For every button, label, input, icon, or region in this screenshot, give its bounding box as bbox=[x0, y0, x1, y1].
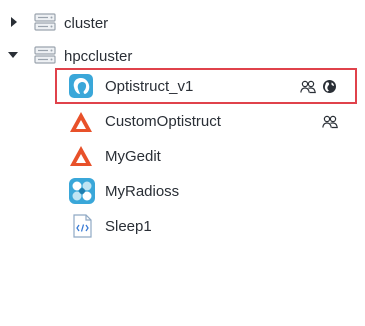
hpccluster-label: hpccluster bbox=[64, 47, 133, 65]
server-icon bbox=[34, 13, 56, 31]
tree-item-customoptistruct[interactable]: CustomOptistruct bbox=[105, 106, 221, 136]
altair-delta-icon bbox=[69, 144, 93, 168]
cluster-label: cluster bbox=[64, 14, 109, 32]
shared-users-icon[interactable] bbox=[300, 80, 316, 99]
app-label: Sleep1 bbox=[105, 217, 152, 235]
tree-item-cluster[interactable]: cluster bbox=[64, 8, 108, 38]
collapse-chevron-icon[interactable] bbox=[6, 48, 20, 62]
tree-item-hpccluster[interactable]: hpccluster bbox=[64, 41, 132, 71]
server-icon bbox=[34, 46, 56, 64]
code-file-icon bbox=[71, 214, 95, 238]
app-label: MyRadioss bbox=[105, 182, 180, 200]
tree-item-mygedit[interactable]: MyGedit bbox=[105, 141, 161, 171]
tree-item-optistruct-v1[interactable]: Optistruct_v1 bbox=[105, 71, 193, 101]
shared-users-icon[interactable] bbox=[322, 115, 338, 134]
app-label: Optistruct_v1 bbox=[105, 77, 194, 95]
tree-item-myradioss[interactable]: MyRadioss bbox=[105, 176, 179, 206]
optistruct-icon bbox=[69, 74, 93, 98]
app-tree: cluster hpccluster Optistruct_v1 CustomO… bbox=[0, 0, 365, 326]
app-label: CustomOptistruct bbox=[105, 112, 221, 130]
tree-item-sleep1[interactable]: Sleep1 bbox=[105, 211, 152, 241]
radioss-icon bbox=[69, 178, 95, 204]
customoptistruct-actions bbox=[322, 115, 338, 134]
app-label: MyGedit bbox=[105, 147, 161, 165]
optistruct-v1-actions bbox=[300, 79, 337, 99]
altair-delta-icon bbox=[69, 110, 93, 134]
globe-icon[interactable] bbox=[322, 79, 337, 99]
expand-chevron-icon[interactable] bbox=[7, 15, 21, 29]
